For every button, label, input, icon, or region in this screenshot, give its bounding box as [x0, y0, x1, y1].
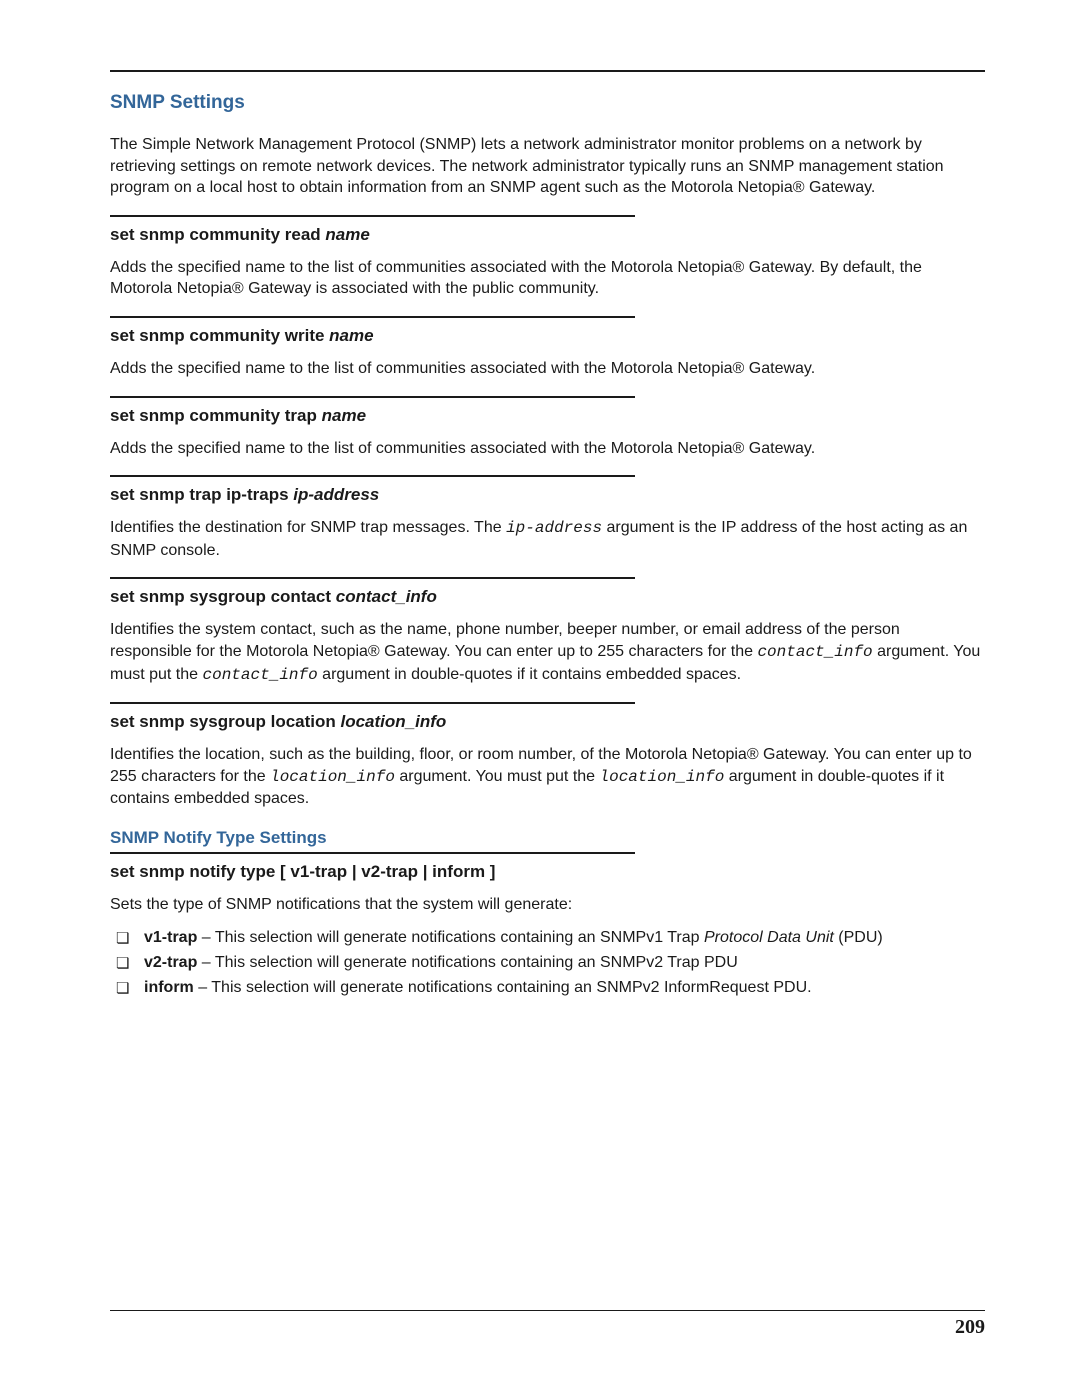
text-run: – This selection will generate notificat…	[197, 954, 737, 971]
list-item: ❏ v2-trap – This selection will generate …	[110, 951, 985, 974]
command-prefix: set snmp community read	[110, 225, 325, 244]
command-sections: set snmp community read name Adds the spe…	[110, 215, 985, 810]
command-heading: set snmp sysgroup location location_info	[110, 712, 985, 732]
command-heading: set snmp notify type [ v1-trap | v2-trap…	[110, 862, 985, 882]
text-run: argument in double-quotes if it contains…	[318, 666, 741, 683]
bullet-icon: ❏	[116, 928, 129, 950]
command-prefix: set snmp community trap	[110, 406, 322, 425]
divider-rule	[110, 396, 635, 398]
divider-rule	[110, 702, 635, 704]
command-argument: location_info	[341, 712, 447, 731]
bottom-rule	[110, 1310, 985, 1311]
section-title: SNMP Settings	[110, 92, 985, 114]
divider-rule	[110, 475, 635, 477]
command-prefix: set snmp trap ip-traps	[110, 485, 293, 504]
divider-rule	[110, 577, 635, 579]
subsection-title: SNMP Notify Type Settings	[110, 828, 985, 848]
command-prefix: set snmp sysgroup location	[110, 712, 341, 731]
command-description: Identifies the location, such as the bui…	[110, 744, 985, 810]
command-argument: contact_info	[336, 587, 437, 606]
text-run: – This selection will generate notificat…	[194, 979, 812, 996]
page-number: 209	[955, 1316, 985, 1339]
command-description: Identifies the system contact, such as t…	[110, 619, 985, 686]
option-name: inform	[144, 979, 194, 996]
notify-bullet-list: ❏ v1-trap – This selection will generate …	[110, 926, 985, 1000]
list-item: ❏ v1-trap – This selection will generate …	[110, 926, 985, 949]
code-argument: contact_info	[203, 666, 318, 684]
code-argument: location_info	[270, 768, 395, 786]
command-argument: name	[322, 406, 366, 425]
command-heading: set snmp community read name	[110, 225, 985, 245]
text-run: – This selection will generate notificat…	[197, 929, 704, 946]
command-heading: set snmp community write name	[110, 326, 985, 346]
command-prefix: set snmp community write	[110, 326, 329, 345]
divider-rule	[110, 316, 635, 318]
notify-lead: Sets the type of SNMP notifications that…	[110, 894, 985, 916]
code-argument: contact_info	[757, 643, 872, 661]
bullet-icon: ❏	[116, 978, 129, 1000]
code-argument: location_info	[600, 768, 725, 786]
text-run: Identifies the destination for SNMP trap…	[110, 519, 506, 536]
divider-rule	[110, 852, 635, 854]
command-description: Identifies the destination for SNMP trap…	[110, 517, 985, 561]
command-prefix: set snmp sysgroup contact	[110, 587, 336, 606]
italic-term: Protocol Data Unit	[704, 929, 834, 946]
command-description: Adds the specified name to the list of c…	[110, 358, 985, 380]
command-argument: name	[325, 225, 369, 244]
code-argument: ip-address	[506, 519, 602, 537]
command-argument: name	[329, 326, 373, 345]
text-run: argument. You must put the	[395, 768, 600, 785]
option-name: v1-trap	[144, 929, 197, 946]
option-name: v2-trap	[144, 954, 197, 971]
command-heading: set snmp sysgroup contact contact_info	[110, 587, 985, 607]
list-item: ❏ inform – This selection will generate n…	[110, 976, 985, 999]
command-heading: set snmp community trap name	[110, 406, 985, 426]
command-description: Adds the specified name to the list of c…	[110, 438, 985, 460]
command-description: Adds the specified name to the list of c…	[110, 257, 985, 300]
command-argument: ip-address	[293, 485, 379, 504]
document-page: SNMP Settings The Simple Network Managem…	[0, 0, 1080, 1397]
command-heading: set snmp trap ip-traps ip-address	[110, 485, 985, 505]
intro-paragraph: The Simple Network Management Protocol (…	[110, 134, 985, 199]
bullet-icon: ❏	[116, 953, 129, 975]
divider-rule	[110, 215, 635, 217]
top-rule	[110, 70, 985, 72]
text-run: (PDU)	[834, 929, 883, 946]
